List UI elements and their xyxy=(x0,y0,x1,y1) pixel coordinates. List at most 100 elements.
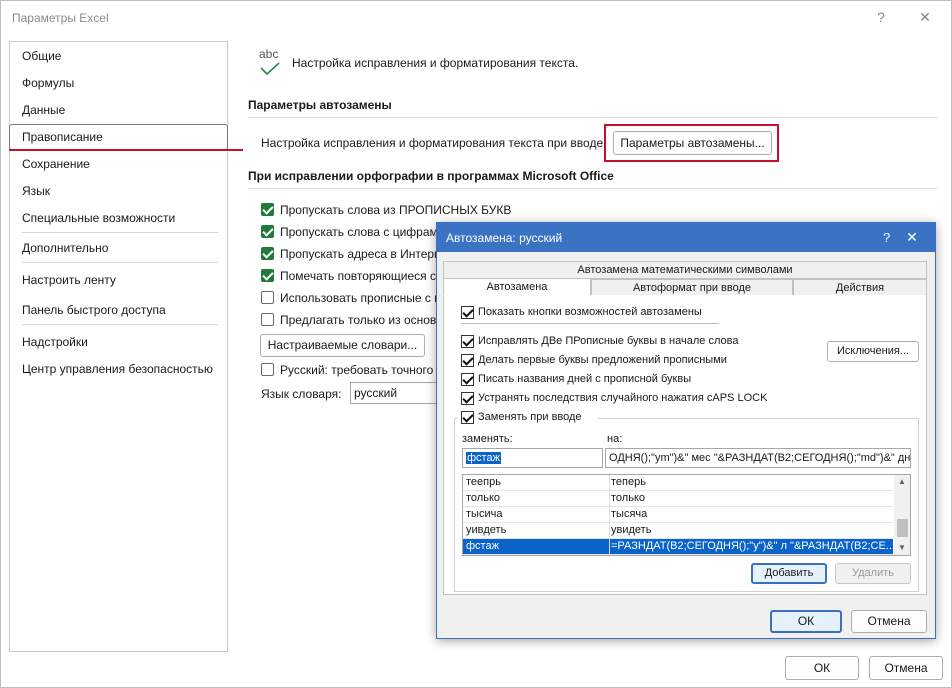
sidebar-divider xyxy=(22,262,218,263)
row-from: уивдеть xyxy=(466,524,507,536)
option-checkbox[interactable] xyxy=(461,354,474,367)
sidebar-item-trust-center[interactable]: Центр управления безопасностью xyxy=(22,362,213,376)
table-row[interactable]: теепрь теперь xyxy=(463,475,893,491)
dictionary-language-label: Язык словаря: xyxy=(261,387,342,401)
option-checkbox[interactable] xyxy=(461,335,474,348)
autocorrect-options-button[interactable]: Параметры автозамены... xyxy=(613,131,772,155)
option-checkbox[interactable] xyxy=(461,392,474,405)
add-button[interactable]: Добавить xyxy=(751,563,827,584)
table-row-selected[interactable]: фстаж =РАЗНДАТ(B2;СЕГОДНЯ();"y")&" л "&Р… xyxy=(463,539,893,555)
option-checkbox[interactable] xyxy=(461,373,474,386)
tab-autocorrect[interactable]: Автозамена xyxy=(443,278,591,296)
dialog-cancel-button[interactable]: Отмена xyxy=(851,610,927,633)
with-label: на: xyxy=(607,433,623,445)
scroll-down-icon[interactable]: ▼ xyxy=(898,543,906,552)
dialog-help-icon[interactable]: ? xyxy=(883,230,890,245)
option-label: Пропускать адреса в Интерн xyxy=(280,247,441,261)
russian-option-checkbox[interactable] xyxy=(261,363,274,376)
dialog-ok-button[interactable]: ОК xyxy=(770,610,842,633)
dialog-titlebar: Автозамена: русский ? ✕ xyxy=(437,223,935,252)
dialog-close-icon[interactable]: ✕ xyxy=(903,229,921,246)
dictionary-language-select[interactable]: русский xyxy=(350,382,450,404)
checkmark-icon xyxy=(260,62,280,76)
table-row[interactable]: уивдеть увидеть xyxy=(463,523,893,539)
spelling-section-title: При исправлении орфографии в программах … xyxy=(248,169,614,183)
window-title: Параметры Excel xyxy=(12,11,109,25)
help-icon[interactable]: ? xyxy=(869,9,893,25)
sidebar-divider xyxy=(22,232,218,233)
column-divider xyxy=(609,475,610,555)
replace-checkbox[interactable] xyxy=(461,411,474,424)
dialog-title: Автозамена: русский xyxy=(446,231,563,245)
russian-option-label: Русский: требовать точного xyxy=(280,363,434,377)
sidebar-item-data[interactable]: Данные xyxy=(22,103,65,117)
sidebar: Общие Формулы Данные Правописание Сохран… xyxy=(9,41,228,652)
sidebar-item-formulas[interactable]: Формулы xyxy=(22,76,74,90)
table-row[interactable]: тысича тысяча xyxy=(463,507,893,523)
show-buttons-checkbox[interactable] xyxy=(461,306,474,319)
exceptions-button[interactable]: Исключения... xyxy=(827,341,919,362)
replace-input-text: фстаж xyxy=(466,452,501,464)
show-buttons-label: Показать кнопки возможностей автозамены xyxy=(478,306,702,318)
divider xyxy=(461,323,719,324)
abc-icon: abc xyxy=(259,47,279,61)
close-icon[interactable]: ✕ xyxy=(913,9,937,26)
option-label: Устранять последствия случайного нажатия… xyxy=(478,392,768,404)
sidebar-item-quick-access[interactable]: Панель быстрого доступа xyxy=(22,303,166,317)
delete-button[interactable]: Удалить xyxy=(835,563,911,584)
sidebar-item-language[interactable]: Язык xyxy=(22,184,50,198)
scroll-thumb[interactable] xyxy=(897,519,908,537)
section-divider xyxy=(248,117,938,118)
row-to: тысяча xyxy=(611,508,648,520)
scroll-up-icon[interactable]: ▲ xyxy=(898,477,906,486)
with-input[interactable]: ОДНЯ();"ym")&" мес "&РАЗНДАТ(B2;СЕГОДНЯ(… xyxy=(605,448,911,468)
row-from: тысича xyxy=(466,508,503,520)
row-from: только xyxy=(466,492,500,504)
autocorrect-tab-panel: Показать кнопки возможностей автозамены … xyxy=(443,295,927,595)
sidebar-divider xyxy=(22,324,218,325)
option-label: Пропускать слова из ПРОПИСНЫХ БУКВ xyxy=(280,203,512,217)
row-to: =РАЗНДАТ(B2;СЕГОДНЯ();"y")&" л "&РАЗНДАТ… xyxy=(611,540,893,552)
sidebar-item-customize-ribbon[interactable]: Настроить ленту xyxy=(22,273,116,287)
cancel-button[interactable]: Отмена xyxy=(869,656,943,680)
replace-group-label: Заменять при вводе xyxy=(478,411,582,423)
option-checkbox[interactable] xyxy=(261,203,274,216)
row-to: только xyxy=(611,492,645,504)
sidebar-item-proofing[interactable]: Правописание xyxy=(22,130,103,144)
sidebar-item-save[interactable]: Сохранение xyxy=(22,157,90,171)
section-divider xyxy=(248,188,938,189)
option-label: Использовать прописные с к xyxy=(280,291,440,305)
option-checkbox[interactable] xyxy=(261,313,274,326)
highlight-underline xyxy=(9,149,243,151)
tab-autoformat[interactable]: Автоформат при вводе xyxy=(591,279,793,296)
option-label: Исправлять ДВе ПРописные буквы в начале … xyxy=(478,335,739,347)
replace-label: заменять: xyxy=(462,433,513,445)
option-label: Писать названия дней с прописной буквы xyxy=(478,373,692,385)
sidebar-item-accessibility[interactable]: Специальные возможности xyxy=(22,211,175,225)
row-from: теепрь xyxy=(466,476,501,488)
row-to: теперь xyxy=(611,476,646,488)
option-checkbox[interactable] xyxy=(261,291,274,304)
tab-math-autocorrect[interactable]: Автозамена математическими символами xyxy=(443,261,927,279)
ok-button[interactable]: ОК xyxy=(785,656,859,680)
page-header: Настройка исправления и форматирования т… xyxy=(292,56,579,70)
row-to: увидеть xyxy=(611,524,652,536)
option-label: Предлагать только из основн xyxy=(280,313,443,327)
option-checkbox[interactable] xyxy=(261,269,274,282)
sidebar-item-addins[interactable]: Надстройки xyxy=(22,335,88,349)
list-scrollbar[interactable]: ▲ ▼ xyxy=(894,475,910,555)
sidebar-item-advanced[interactable]: Дополнительно xyxy=(22,241,108,255)
autocorrect-prompt: Настройка исправления и форматирования т… xyxy=(261,136,607,150)
option-checkbox[interactable] xyxy=(261,247,274,260)
row-from: фстаж xyxy=(466,540,499,552)
replace-input[interactable]: фстаж xyxy=(462,448,603,468)
replacement-list[interactable]: теепрь теперь только только тысича тысяч… xyxy=(462,474,911,556)
option-label: Делать первые буквы предложений прописны… xyxy=(478,354,727,366)
autocorrect-dialog: Автозамена: русский ? ✕ Автозамена матем… xyxy=(436,222,936,639)
option-checkbox[interactable] xyxy=(261,225,274,238)
tab-actions[interactable]: Действия xyxy=(793,279,927,296)
option-label: Пропускать слова с цифрам xyxy=(280,225,438,239)
sidebar-item-general[interactable]: Общие xyxy=(22,49,61,63)
custom-dictionaries-button[interactable]: Настраиваемые словари... xyxy=(260,334,425,357)
table-row[interactable]: только только xyxy=(463,491,893,507)
